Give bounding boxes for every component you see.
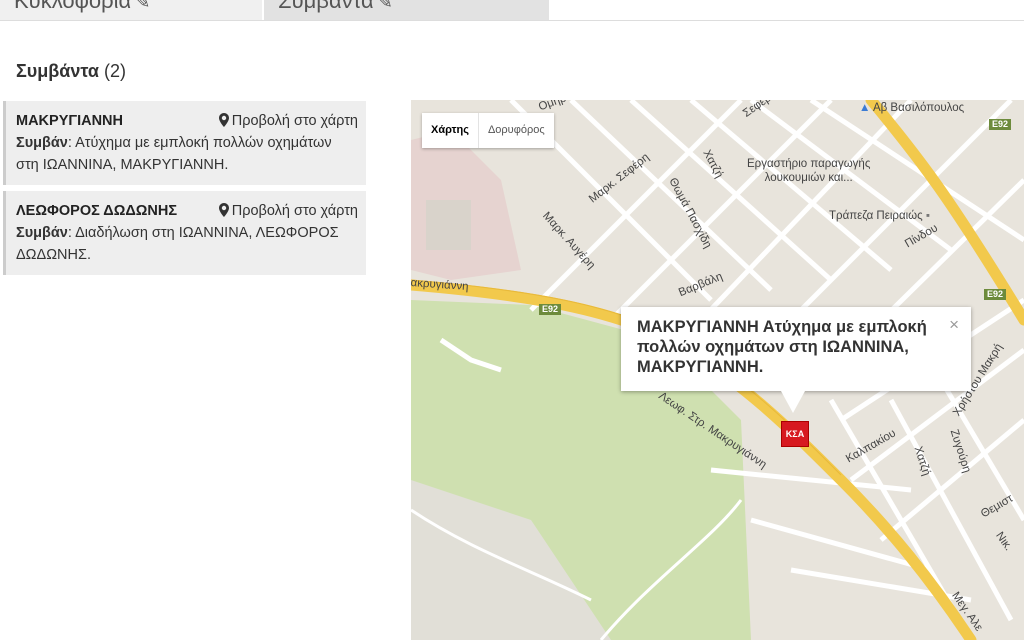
tab-traffic-label: Κυκλοφορία [14,0,132,13]
pencil-icon: ✎ [135,0,151,12]
poi-supermarket[interactable]: ▲ Αβ Βασιλόπουλος [859,101,964,115]
view-on-map-label: Προβολή στο χάρτη [231,113,358,129]
poi-label: Τράπεζα Πειραιώς [829,210,923,222]
tab-events[interactable]: Συμβάντα ✎ [264,0,549,20]
bank-icon: ▪ [922,210,930,222]
view-on-map-label: Προβολή στο χάρτη [231,203,358,219]
view-on-map-link[interactable]: Προβολή στο χάρτη [218,110,358,132]
map-type-control: Χάρτης Δορυφόρος [422,113,554,148]
info-window-tail [781,391,805,413]
poi-workshop[interactable]: Εργαστήριο παραγωγής λουκουμιών και... [747,157,870,185]
close-icon[interactable]: × [949,315,959,335]
section-title-text: Συμβάντα [16,61,99,81]
map-info-window: ΜΑΚΡΥΓΙΑΝΝΗ Ατύχημα με εμπλοκή πολλών οχ… [621,307,971,391]
event-name: ΜΑΚΡΥΓΙΑΝΝΗ [16,113,123,129]
event-name: ΛΕΩΦΟΡΟΣ ΔΩΔΩΝΗΣ [16,203,178,219]
road-tag: E92 [989,119,1012,130]
poi-label: Αβ Βασιλόπουλος [872,102,965,114]
section-title: Συμβάντα (2) [16,61,126,82]
road-tag: E92 [539,304,562,315]
map-marker-icon [218,113,229,127]
cart-icon: ▲ [859,102,873,114]
event-description: Συμβάν: Διαδήλωση στη ΙΩΑΝΝΙΝΑ, ΛΕΩΦΟΡΟΣ… [16,222,358,266]
road-tag: E92 [984,289,1007,300]
event-item[interactable]: ΜΑΚΡΥΓΙΑΝΝΗ Προβολή στο χάρτη Συμβάν: Ατ… [3,101,366,185]
poi-label: λουκουμιών και... [764,172,853,184]
map[interactable]: Χάρτης Δορυφόρος ▲ Αβ Βασιλόπουλος Εργασ… [411,100,1024,640]
map-type-map-button[interactable]: Χάρτης [422,113,479,148]
view-on-map-link[interactable]: Προβολή στο χάρτη [218,200,358,222]
poi-bank[interactable]: Τράπεζα Πειραιώς ▪ [829,209,930,223]
tab-bar: Κυκλοφορία ✎ Συμβάντα ✎ [0,0,1024,21]
event-description: Συμβάν: Ατύχημα με εμπλοκή πολλών οχημάτ… [16,132,358,176]
event-prefix: Συμβάν [16,225,68,241]
tab-traffic[interactable]: Κυκλοφορία ✎ [0,0,262,20]
map-marker-icon [218,203,229,217]
incident-marker[interactable]: ΚΣΑ [781,421,809,447]
info-window-text: ΜΑΚΡΥΓΙΑΝΝΗ Ατύχημα με εμπλοκή πολλών οχ… [637,318,927,376]
map-type-satellite-button[interactable]: Δορυφόρος [479,113,554,148]
pencil-icon: ✎ [377,0,393,12]
event-item[interactable]: ΛΕΩΦΟΡΟΣ ΔΩΔΩΝΗΣ Προβολή στο χάρτη Συμβά… [3,191,366,275]
event-prefix: Συμβάν [16,135,68,151]
event-count: (2) [103,61,126,81]
tab-events-label: Συμβάντα [278,0,374,13]
poi-label: Εργαστήριο παραγωγής [747,158,871,170]
